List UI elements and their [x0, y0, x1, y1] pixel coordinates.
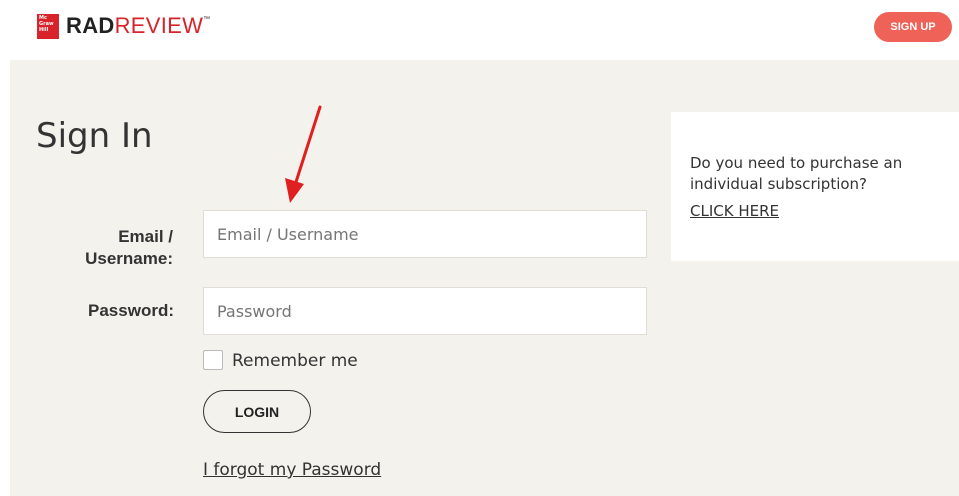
email-input[interactable]	[203, 210, 647, 258]
sign-up-button[interactable]: SIGN UP	[874, 12, 952, 42]
mcgraw-hill-radreview-logo[interactable]: Mc Graw Hill RADREVIEW™	[37, 13, 210, 39]
header: Mc Graw Hill RADREVIEW™ SIGN UP	[0, 0, 959, 60]
password-label: Password:	[88, 301, 174, 320]
logo-wordmark: RADREVIEW™	[66, 13, 211, 38]
subscription-text: Do you need to purchase an individual su…	[690, 154, 903, 193]
mcgraw-hill-logo-icon: Mc Graw Hill	[37, 13, 59, 39]
remember-me-checkbox[interactable]	[203, 350, 223, 370]
subscription-box: Do you need to purchase an individual su…	[671, 112, 959, 261]
forgot-password-link[interactable]: I forgot my Password	[203, 460, 381, 480]
password-input[interactable]	[203, 287, 647, 335]
email-label: Email / Username:	[85, 227, 173, 268]
page-title: Sign In	[36, 116, 153, 156]
login-button[interactable]: LOGIN	[203, 390, 311, 433]
click-here-link[interactable]: CLICK HERE	[690, 202, 779, 220]
remember-me-label[interactable]: Remember me	[232, 351, 358, 371]
